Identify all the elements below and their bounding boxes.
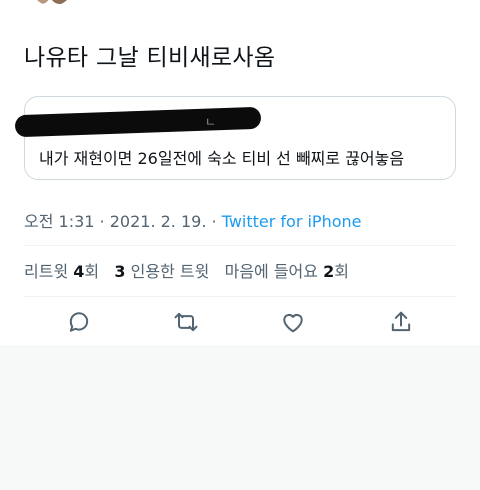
reply-icon xyxy=(69,312,89,332)
share-icon xyxy=(391,311,411,332)
heart-icon xyxy=(283,314,303,333)
likes-stat[interactable]: 마음에 들어요 2회 xyxy=(225,262,349,281)
retweet-button[interactable] xyxy=(172,308,200,336)
tweet-stats: 리트윗 4회 3 인용한 트윗 마음에 들어요 2회 xyxy=(24,258,349,282)
divider xyxy=(24,245,456,246)
redaction-mark xyxy=(14,106,262,138)
quote-header-fragment: ㄴ xyxy=(205,115,217,129)
tweet-meta: 오전 1:31 · 2021. 2. 19. · Twitter for iPh… xyxy=(24,208,362,232)
tweet-text: 나유타 그날 티비새로사옴 xyxy=(24,45,276,71)
retweet-icon xyxy=(174,312,198,332)
quoted-tweet[interactable]: ㄴ 내가 재현이면 26일전에 숙소 티비 선 빼찌로 끊어놓음 xyxy=(14,96,456,180)
divider xyxy=(24,296,456,297)
meta-separator: · xyxy=(206,212,222,231)
tweet-time[interactable]: 오전 1:31 xyxy=(24,212,94,231)
share-button[interactable] xyxy=(387,308,415,336)
quotes-stat[interactable]: 3 인용한 트윗 xyxy=(114,262,209,281)
avatar[interactable] xyxy=(30,0,74,6)
action-bar xyxy=(24,308,456,336)
tweet-date[interactable]: 2021. 2. 19. xyxy=(110,212,207,231)
meta-separator: · xyxy=(94,212,110,231)
reply-button[interactable] xyxy=(65,308,93,336)
empty-area xyxy=(0,346,480,490)
retweets-stat[interactable]: 리트윗 4회 xyxy=(24,262,99,281)
tweet-source[interactable]: Twitter for iPhone xyxy=(222,212,362,231)
like-button[interactable] xyxy=(279,308,307,336)
quote-text: 내가 재현이면 26일전에 숙소 티비 선 빼찌로 끊어놓음 xyxy=(39,149,405,168)
